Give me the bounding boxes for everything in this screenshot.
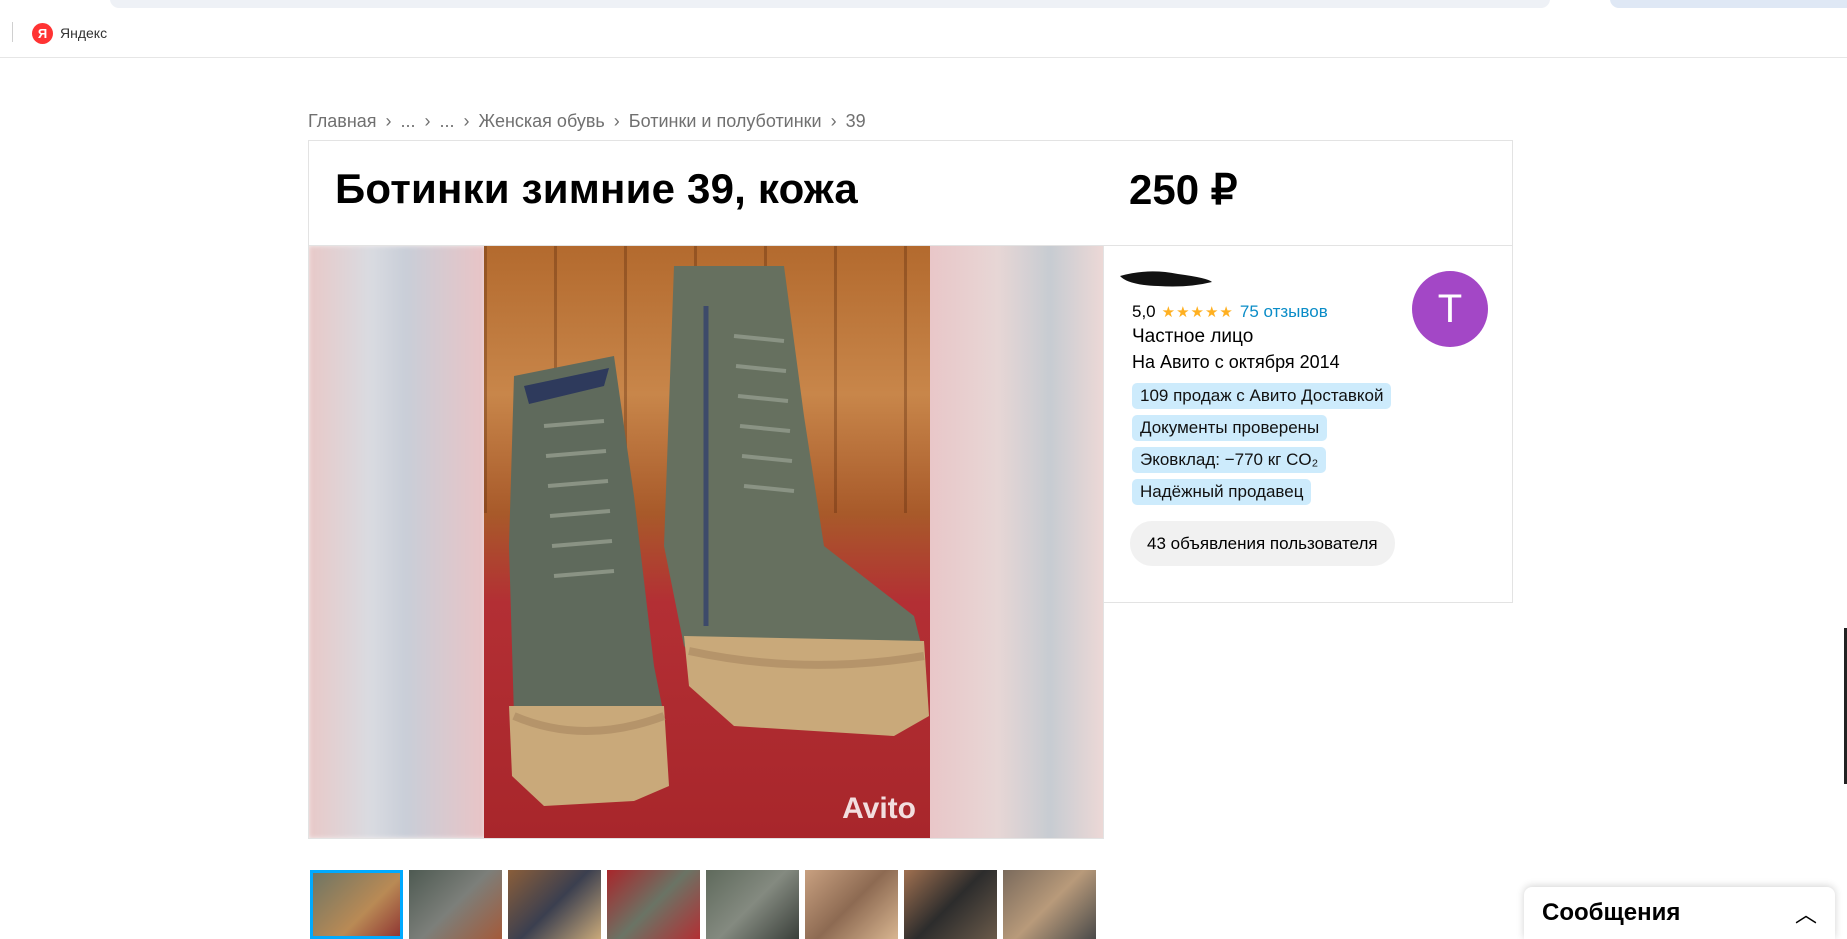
thumbnail[interactable] <box>310 870 403 939</box>
photo-gallery[interactable]: Avito <box>308 245 1104 839</box>
thumbnail[interactable] <box>508 870 601 939</box>
browser-toolbar-pill[interactable] <box>1610 0 1847 8</box>
avito-watermark: Avito <box>842 792 916 825</box>
gallery-blurred-backdrop-right <box>927 246 1103 838</box>
seller-badges: 109 продаж с Авито Доставкой Документы п… <box>1132 383 1392 505</box>
messages-widget[interactable]: Сообщения ︿ <box>1524 887 1835 939</box>
address-bar[interactable] <box>110 0 1550 8</box>
yandex-logo-icon: Я <box>32 22 53 44</box>
seller-since: На Авито с октября 2014 <box>1132 352 1340 372</box>
chevron-up-icon[interactable]: ︿ <box>1795 897 1817 929</box>
seller-name-redacted <box>1120 271 1212 287</box>
listing-header: Ботинки зимние 39, кожа 250 ₽ <box>308 140 1513 245</box>
seller-card: 5,0 ★★★★★ 75 отзывов Частное лицо На Ави… <box>1104 245 1513 603</box>
rating-value: 5,0 <box>1132 302 1156 321</box>
breadcrumb-item-collapsed[interactable]: ... <box>440 111 455 132</box>
thumbnail[interactable] <box>904 870 997 939</box>
rating-stars-icon: ★★★★★ <box>1161 304 1234 321</box>
badge-documents-verified[interactable]: Документы проверены <box>1132 415 1328 441</box>
messages-title: Сообщения <box>1542 899 1681 926</box>
bookmark-yandex[interactable]: Я Яндекс <box>32 22 107 44</box>
thumbnail[interactable] <box>1003 870 1096 939</box>
breadcrumb-chevron-icon: › <box>385 110 392 131</box>
breadcrumb-chevron-icon: › <box>424 110 431 131</box>
breadcrumb: Главная › ... › ... › Женская обувь › Бо… <box>308 108 866 134</box>
badge-eco-contribution[interactable]: Эковклад: −770 кг CO₂ <box>1132 447 1327 473</box>
bookmark-label: Яндекс <box>60 25 108 41</box>
breadcrumb-item-womens-shoes[interactable]: Женская обувь <box>479 111 605 132</box>
breadcrumb-chevron-icon: › <box>463 110 470 131</box>
boots-photo-illustration <box>509 266 929 806</box>
breadcrumb-chevron-icon: › <box>830 110 837 131</box>
thumbnail[interactable] <box>706 870 799 939</box>
seller-ads-button[interactable]: 43 объявления пользователя <box>1130 521 1395 566</box>
breadcrumb-item-collapsed[interactable]: ... <box>401 111 416 132</box>
page-title: Ботинки зимние 39, кожа <box>335 165 858 212</box>
listing-price: 250 ₽ <box>1129 166 1238 213</box>
thumbnail[interactable] <box>805 870 898 939</box>
thumbnail[interactable] <box>409 870 502 939</box>
avatar[interactable]: Т <box>1412 271 1488 347</box>
reviews-link[interactable]: 75 отзывов <box>1240 302 1328 322</box>
browser-bookmarks-bar: Я Яндекс <box>0 0 1847 58</box>
seller-type: Частное лицо <box>1132 326 1254 347</box>
thumbnail[interactable] <box>607 870 700 939</box>
breadcrumb-item-home[interactable]: Главная <box>308 111 377 132</box>
breadcrumb-item-boots[interactable]: Ботинки и полуботинки <box>629 111 822 132</box>
breadcrumb-chevron-icon: › <box>613 110 620 131</box>
seller-rating: 5,0 ★★★★★ 75 отзывов <box>1132 302 1328 322</box>
breadcrumb-item-size[interactable]: 39 <box>846 111 866 132</box>
main-photo[interactable]: Avito <box>484 246 930 838</box>
gallery-blurred-backdrop-left <box>309 246 485 838</box>
thumbnail-strip <box>310 870 1096 939</box>
badge-reliable-seller[interactable]: Надёжный продавец <box>1132 479 1312 505</box>
badge-delivery-sales[interactable]: 109 продаж с Авито Доставкой <box>1132 383 1392 409</box>
bookmarks-divider <box>12 22 13 42</box>
